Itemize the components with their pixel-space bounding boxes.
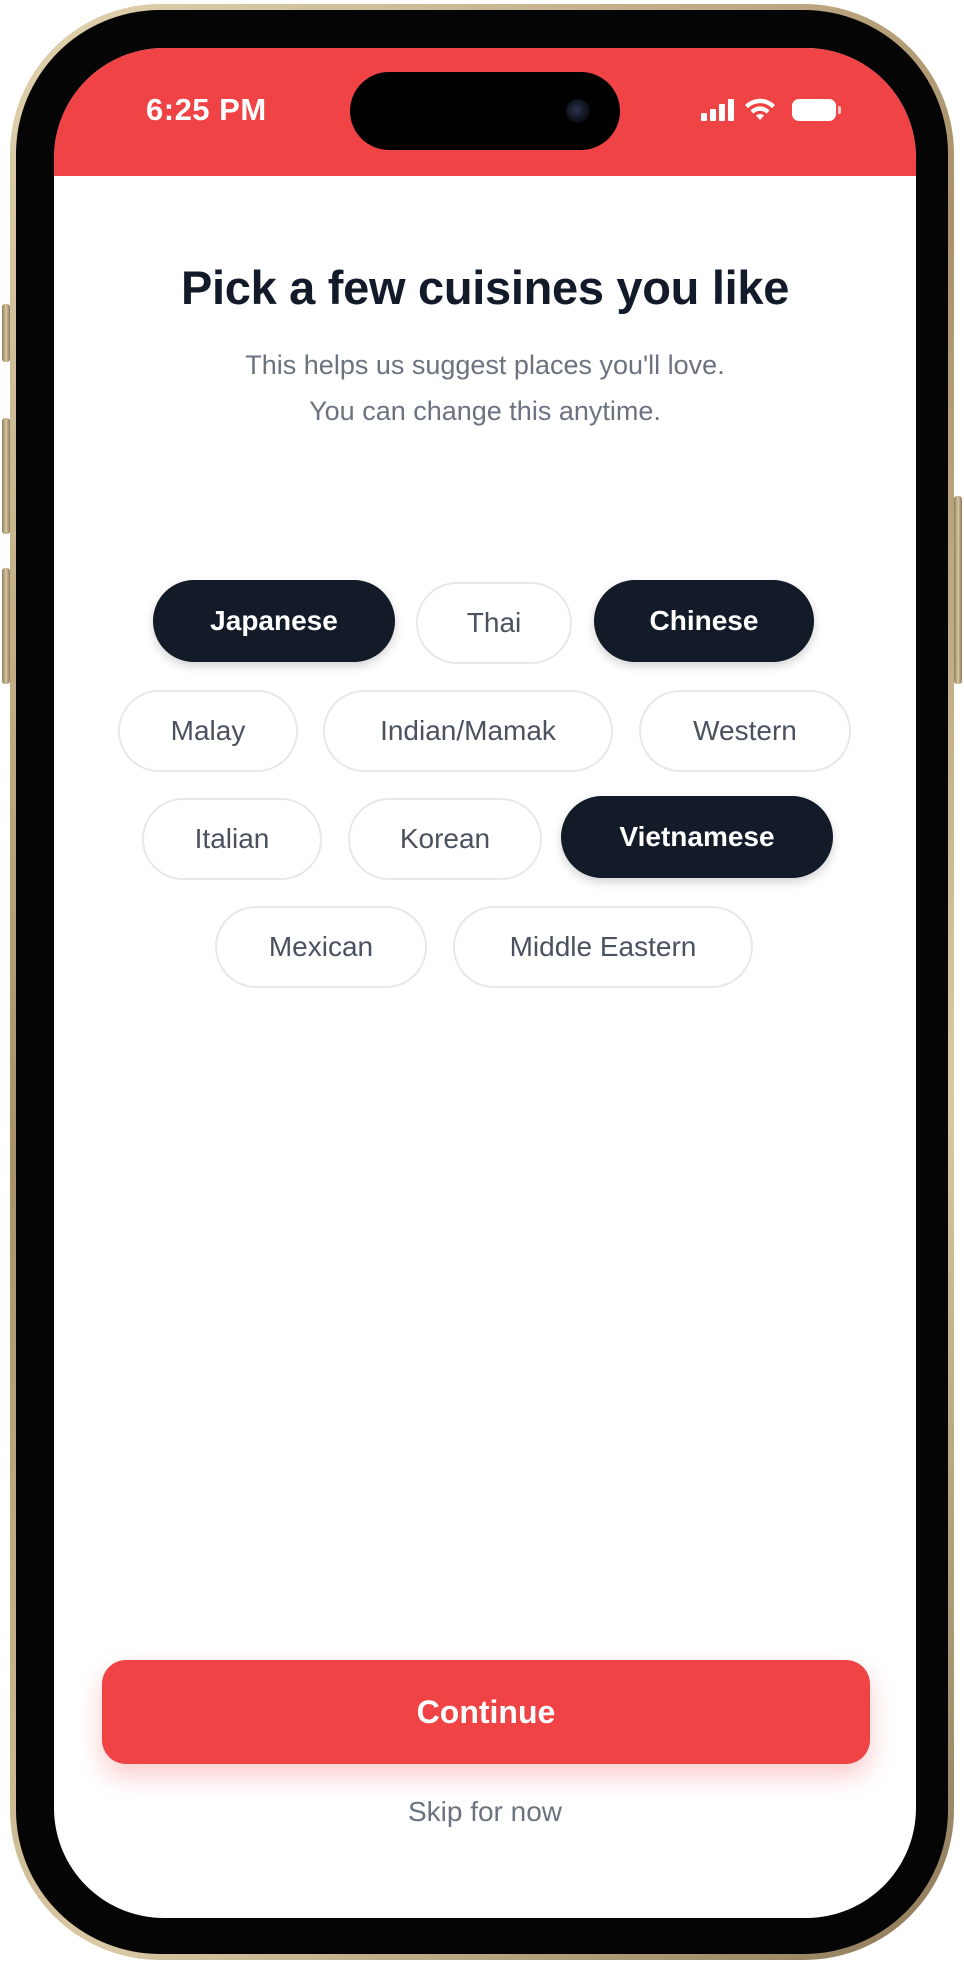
battery-icon — [792, 99, 841, 121]
cuisine-chip-italian[interactable]: Italian — [142, 798, 322, 880]
front-camera-icon — [566, 99, 590, 123]
continue-button[interactable]: Continue — [102, 1660, 870, 1764]
side-button-mute — [2, 304, 10, 362]
side-button-volume-up — [2, 418, 10, 534]
side-button-volume-down — [2, 568, 10, 684]
page-subtitle-line-2: You can change this anytime. — [309, 396, 661, 426]
cellular-signal-icon — [701, 99, 734, 121]
page-subtitle-line-1: This helps us suggest places you'll love… — [245, 350, 725, 380]
status-icons — [701, 98, 841, 122]
cuisine-chip-chinese[interactable]: Chinese — [594, 580, 814, 662]
status-time: 6:25 PM — [146, 92, 267, 127]
cuisine-chip-middle-eastern[interactable]: Middle Eastern — [453, 906, 753, 988]
cuisine-chip-malay[interactable]: Malay — [118, 690, 298, 772]
status-bar: 6:25 PM — [54, 48, 916, 176]
side-button-power — [954, 496, 962, 684]
skip-for-now-link[interactable]: Skip for now — [54, 1796, 916, 1828]
wifi-icon — [745, 98, 775, 120]
dynamic-island — [350, 72, 620, 150]
cuisine-chip-mexican[interactable]: Mexican — [215, 906, 427, 988]
cuisine-chip-thai[interactable]: Thai — [416, 582, 572, 664]
cuisine-chip-indian-mamak[interactable]: Indian/Mamak — [323, 690, 613, 772]
cuisine-chip-korean[interactable]: Korean — [348, 798, 542, 880]
cuisine-chip-vietnamese[interactable]: Vietnamese — [561, 796, 833, 878]
cuisine-chip-japanese[interactable]: Japanese — [153, 580, 395, 662]
screen: 6:25 PM Pick a few cuisines you like Thi… — [54, 48, 916, 1918]
page-title: Pick a few cuisines you like — [180, 261, 790, 314]
cuisine-chip-western[interactable]: Western — [639, 690, 851, 772]
